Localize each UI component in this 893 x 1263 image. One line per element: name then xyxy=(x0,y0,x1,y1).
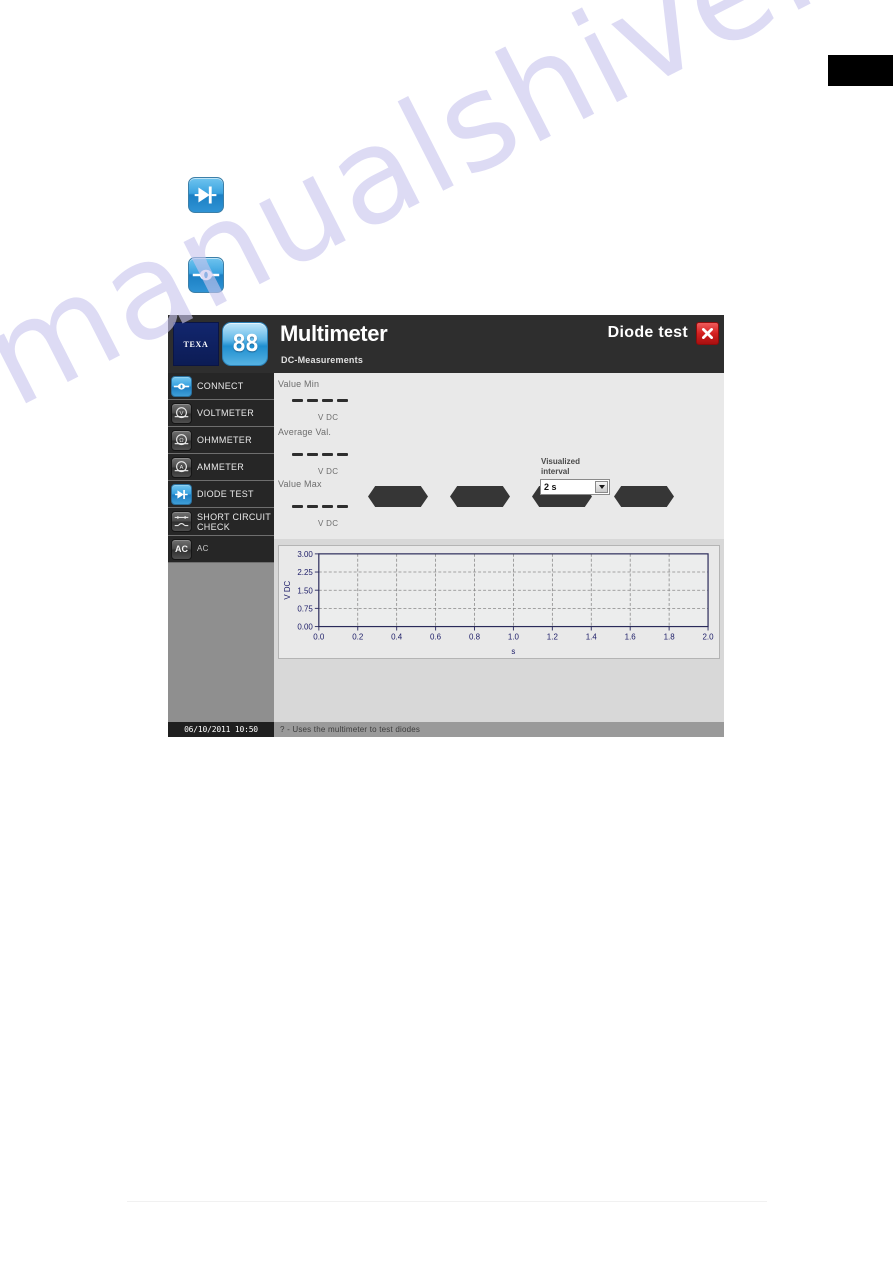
sidebar-item-voltmeter[interactable]: V VOLTMETER xyxy=(168,400,274,427)
ohmmeter-icon: Ω xyxy=(171,429,192,451)
value-max-display xyxy=(292,505,348,508)
app-mode-label: Diode test xyxy=(607,324,688,341)
diode-symbol-icon xyxy=(188,177,224,213)
sidebar-item-diode-test[interactable]: DIODE TEST xyxy=(168,481,274,508)
texa-logo: TEXA xyxy=(173,322,219,366)
multimeter-app-window: TEXA 88 Multimeter DC-Measurements Diode… xyxy=(168,315,724,737)
sidebar-item-connect[interactable]: CONNECT xyxy=(168,373,274,400)
value-min-unit: V DC xyxy=(318,413,339,422)
status-bar: 06/10/2011 10:50 ? - Uses the multimeter… xyxy=(168,722,724,737)
value-min-label: Value Min xyxy=(278,379,320,389)
main-panel: Value Min V DC Average Val. V DC Value M… xyxy=(274,373,724,722)
svg-text:0.8: 0.8 xyxy=(469,632,481,641)
visualized-interval-select[interactable]: 2 s xyxy=(540,479,610,495)
svg-text:1.0: 1.0 xyxy=(508,632,520,641)
svg-text:1.2: 1.2 xyxy=(547,632,558,641)
sidebar-item-label: CONNECT xyxy=(197,381,244,391)
logo-block: TEXA 88 xyxy=(170,318,274,370)
sidebar-item-label: OHMMETER xyxy=(197,435,252,445)
chart-svg: 0.00 0.75 1.50 2.25 3.00 0.0 0.2 0.4 0.6 0.8 1.0 1.… xyxy=(279,546,719,658)
average-value-unit: V DC xyxy=(318,467,339,476)
sidebar-item-label: AC xyxy=(197,544,209,553)
readout-area: Value Min V DC Average Val. V DC Value M… xyxy=(274,373,724,539)
value-max-label: Value Max xyxy=(278,479,322,489)
sidebar-item-short-circuit-check[interactable]: SHORT CIRCUIT CHECK xyxy=(168,508,274,536)
average-value-label: Average Val. xyxy=(278,427,332,437)
sidebar: CONNECT V VOLTMETER Ω OHMMETER A AMMETER… xyxy=(168,373,274,724)
svg-text:0.4: 0.4 xyxy=(391,632,403,641)
connector-icon xyxy=(171,375,192,397)
ammeter-icon: A xyxy=(171,456,192,478)
sidebar-filler xyxy=(168,563,274,724)
connector-symbol-icon xyxy=(188,257,224,293)
svg-text:1.4: 1.4 xyxy=(586,632,598,641)
value-min-display xyxy=(292,399,348,402)
chevron-down-icon[interactable] xyxy=(595,481,608,493)
svg-text:0.75: 0.75 xyxy=(297,605,313,614)
segment-digit xyxy=(614,486,674,507)
svg-text:0.2: 0.2 xyxy=(352,632,363,641)
svg-text:Ω: Ω xyxy=(179,438,184,444)
device-logo: 88 xyxy=(222,322,268,366)
texa-logo-text: TEXA xyxy=(183,339,209,349)
status-datetime: 06/10/2011 10:50 xyxy=(168,722,274,737)
svg-text:2.0: 2.0 xyxy=(703,632,715,641)
sidebar-item-label: DIODE TEST xyxy=(197,489,254,499)
svg-text:s: s xyxy=(511,647,515,656)
sidebar-item-label: SHORT CIRCUIT CHECK xyxy=(197,511,271,532)
svg-text:V DC: V DC xyxy=(283,581,292,600)
sidebar-item-ohmmeter[interactable]: Ω OHMMETER xyxy=(168,427,274,454)
app-subtitle: DC-Measurements xyxy=(281,355,364,365)
diode-icon xyxy=(171,483,192,505)
sidebar-item-label: AMMETER xyxy=(197,462,245,472)
svg-text:A: A xyxy=(180,465,184,471)
svg-text:0.6: 0.6 xyxy=(430,632,442,641)
page-corner-tab xyxy=(828,55,893,86)
status-hint: ? - Uses the multimeter to test diodes xyxy=(280,725,421,734)
svg-text:2.25: 2.25 xyxy=(297,568,313,577)
footer-divider xyxy=(127,1201,767,1202)
segment-digit xyxy=(450,486,510,507)
value-max-unit: V DC xyxy=(318,519,339,528)
device-logo-digits: 88 xyxy=(232,331,259,357)
sidebar-item-ammeter[interactable]: A AMMETER xyxy=(168,454,274,481)
page-root: TEXA 88 Multimeter DC-Measurements Diode… xyxy=(0,0,893,1263)
ac-icon: AC xyxy=(171,538,192,560)
svg-text:3.00: 3.00 xyxy=(297,550,313,559)
visualized-interval-label-line2: interval xyxy=(541,467,570,476)
svg-text:0.0: 0.0 xyxy=(313,632,325,641)
short-circuit-icon xyxy=(171,511,192,532)
svg-text:1.50: 1.50 xyxy=(297,586,313,595)
visualized-interval-label-line1: Visualized xyxy=(541,457,580,466)
visualized-interval-value: 2 s xyxy=(544,482,557,492)
svg-text:1.8: 1.8 xyxy=(664,632,676,641)
visualized-interval-label: Visualized interval xyxy=(541,457,621,477)
svg-text:V: V xyxy=(180,411,184,417)
average-value-display xyxy=(292,453,348,456)
app-header: TEXA 88 Multimeter DC-Measurements Diode… xyxy=(168,315,724,373)
svg-text:1.6: 1.6 xyxy=(625,632,637,641)
segment-display xyxy=(368,486,674,507)
measurement-chart: 0.00 0.75 1.50 2.25 3.00 0.0 0.2 0.4 0.6 0.8 1.0 1.… xyxy=(278,545,720,659)
sidebar-item-label: VOLTMETER xyxy=(197,408,255,418)
sidebar-item-ac[interactable]: AC AC xyxy=(168,536,274,563)
svg-text:0.00: 0.00 xyxy=(297,623,313,632)
voltmeter-icon: V xyxy=(171,402,192,424)
page-title: Multimeter xyxy=(280,321,388,346)
segment-digit xyxy=(368,486,428,507)
close-icon[interactable] xyxy=(696,322,719,345)
